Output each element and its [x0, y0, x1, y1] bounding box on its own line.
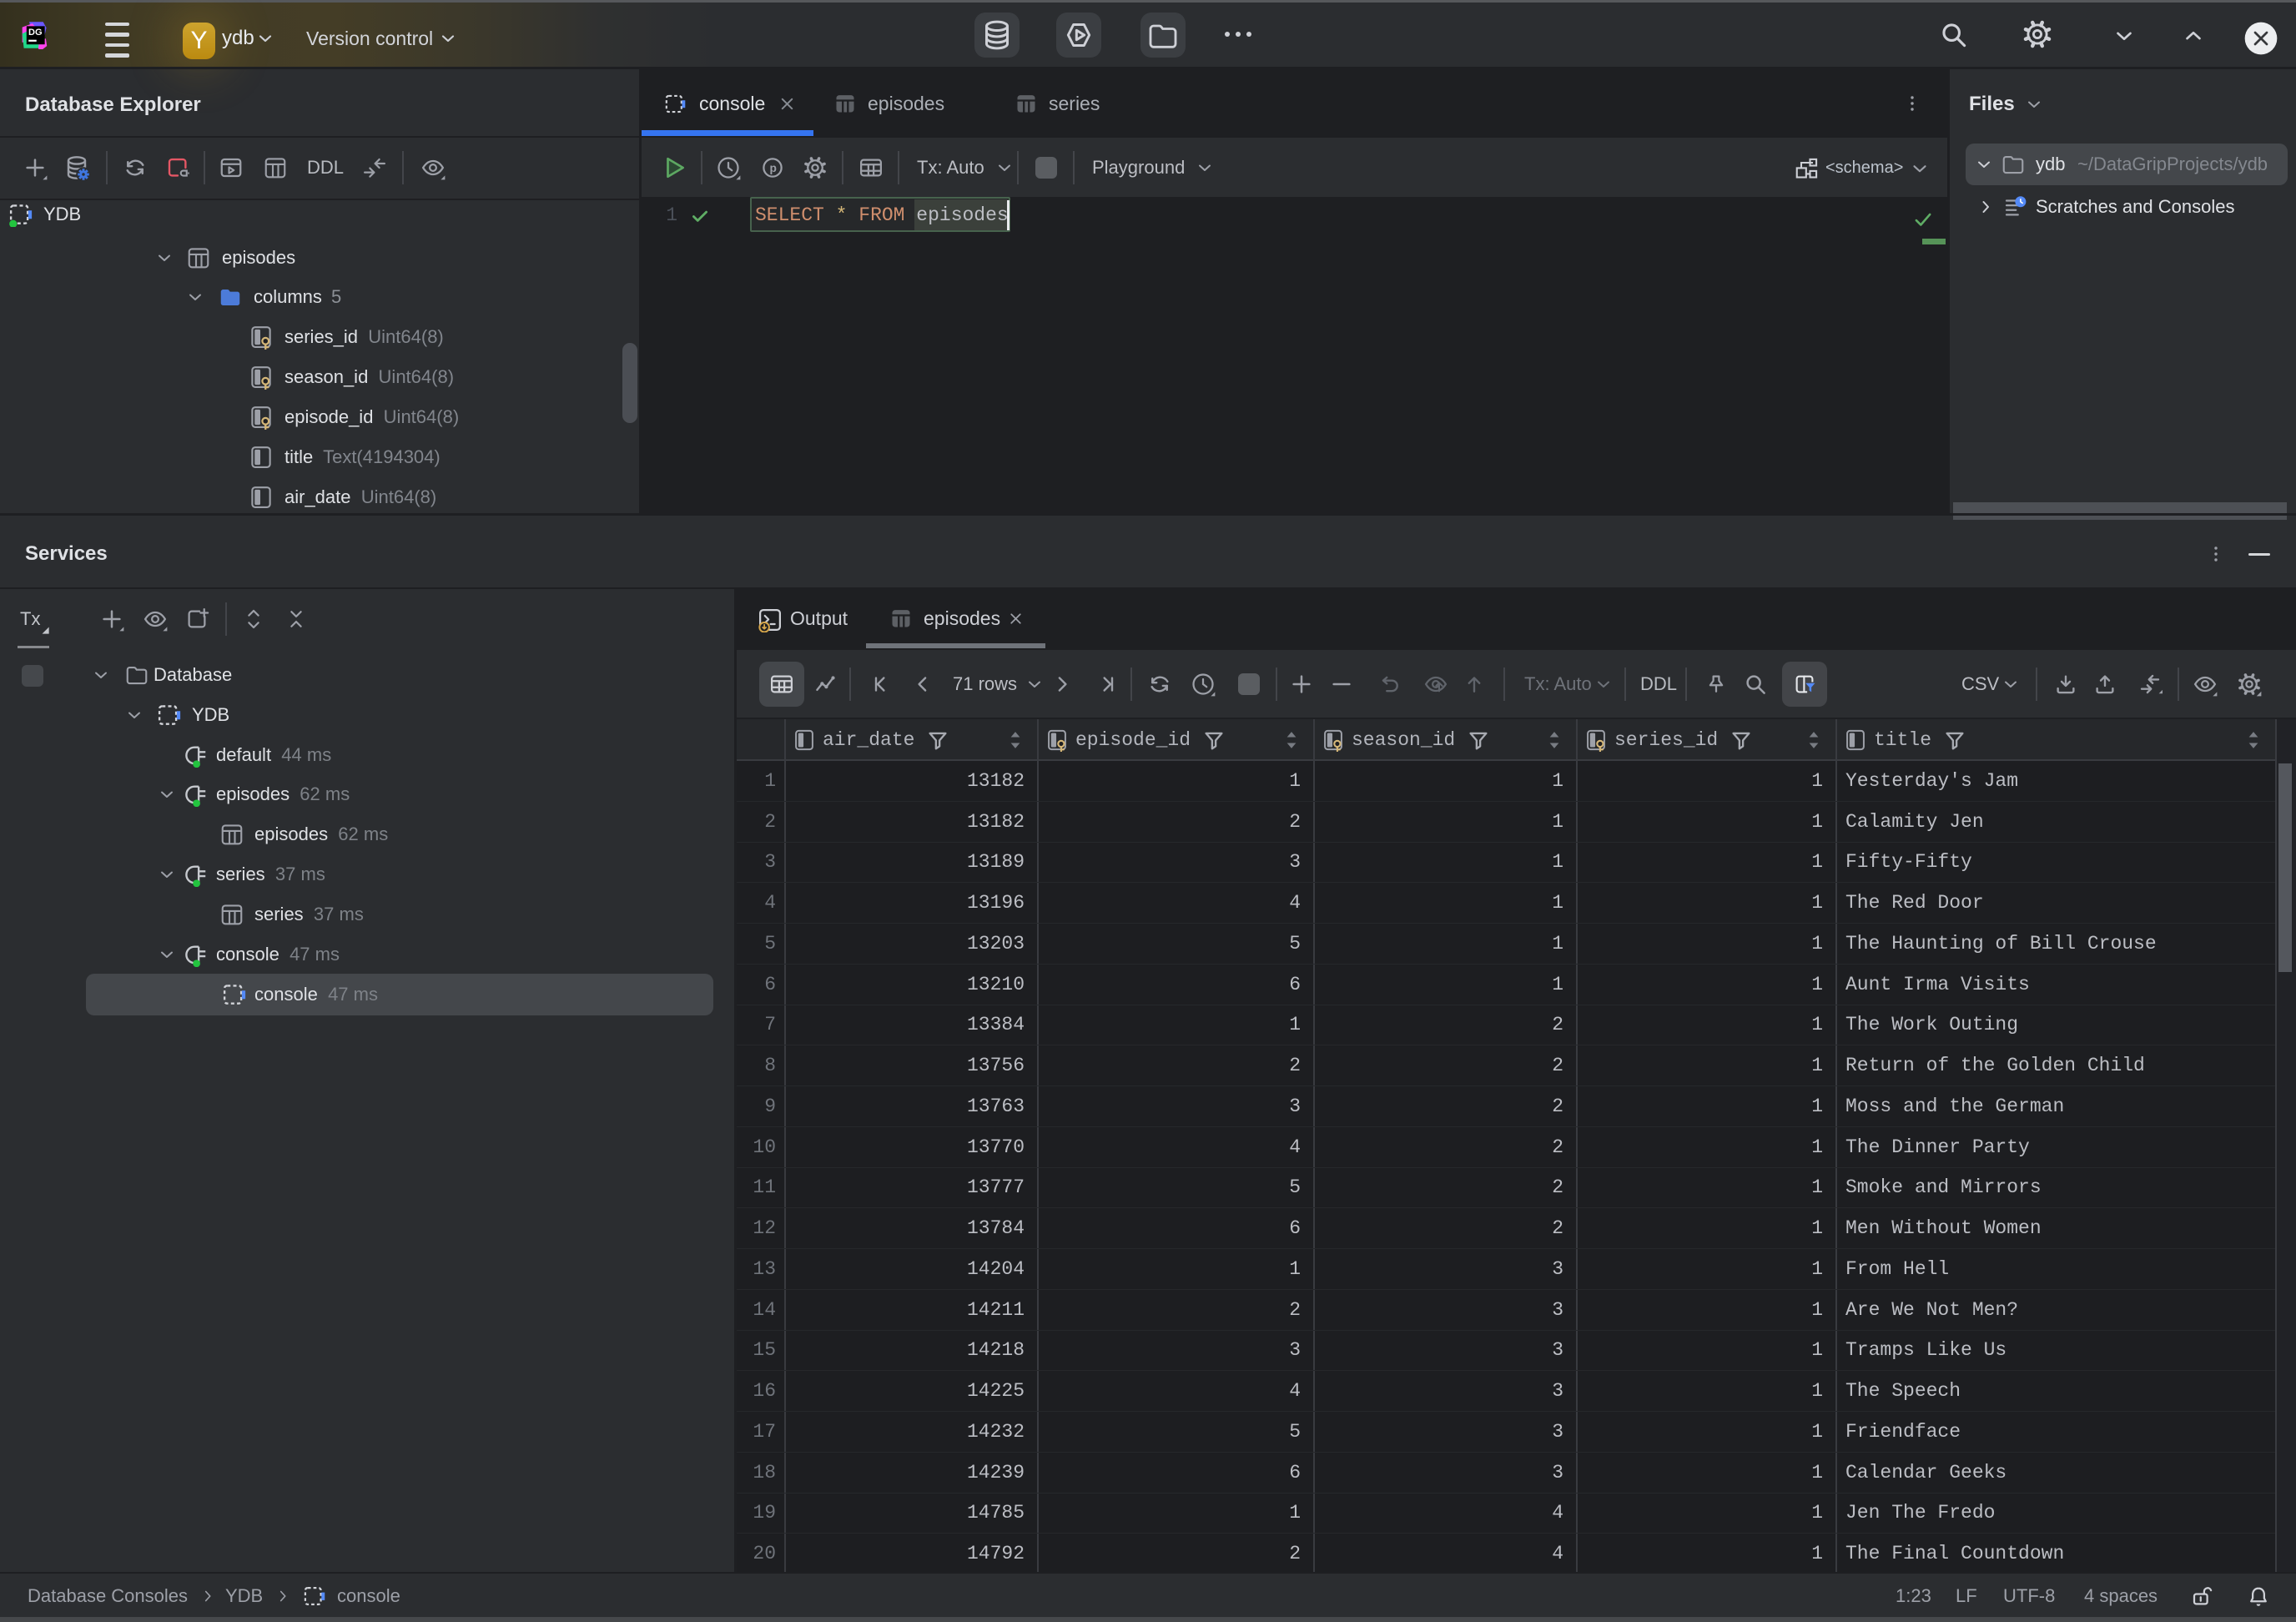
svg-text:p: p — [770, 162, 777, 174]
svg-text:DG: DG — [28, 28, 43, 38]
